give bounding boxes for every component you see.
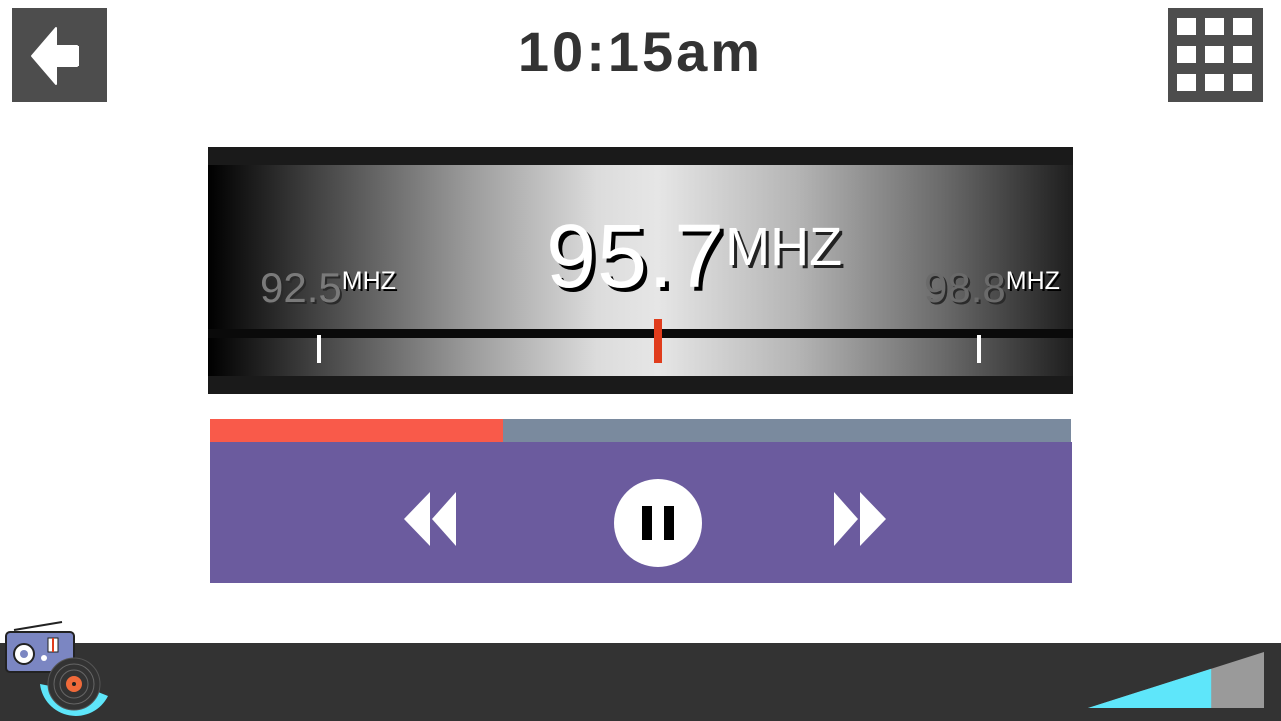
rewind-icon	[404, 492, 460, 546]
pause-icon	[614, 479, 702, 567]
next-frequency: 98.8	[924, 264, 1006, 311]
pause-button[interactable]	[614, 479, 702, 567]
next-unit: MHZ	[1005, 267, 1060, 295]
dial-track	[208, 329, 1073, 338]
tuner-needle[interactable]	[654, 319, 662, 363]
prev-frequency: 92.5	[260, 264, 342, 311]
next-station[interactable]: 98.8MHZ	[924, 265, 1060, 311]
grid-menu-button[interactable]	[1168, 8, 1263, 102]
playback-progress-bar[interactable]	[210, 419, 1071, 442]
grid-menu-icon	[1168, 8, 1263, 102]
progress-fill	[210, 419, 503, 442]
clock-time: 10:15am	[517, 20, 764, 83]
fast-forward-button[interactable]	[832, 490, 888, 548]
volume-level-icon[interactable]	[1088, 650, 1264, 710]
fast-forward-icon	[834, 492, 886, 546]
prev-station[interactable]: 92.5MHZ	[260, 265, 396, 311]
rewind-button[interactable]	[404, 490, 460, 548]
current-frequency: 95.7	[546, 207, 726, 307]
dial-tick-prev	[317, 335, 321, 363]
radio-app-icon[interactable]	[0, 614, 115, 721]
prev-unit: MHZ	[341, 267, 396, 295]
current-unit: MHZ	[725, 217, 843, 277]
dial-tick-next	[977, 335, 981, 363]
radio-tuner-dial[interactable]: 92.5MHZ 95.7MHZ 98.8MHZ	[208, 147, 1073, 394]
current-station: 95.7MHZ	[546, 209, 842, 305]
playback-controls	[210, 442, 1072, 583]
